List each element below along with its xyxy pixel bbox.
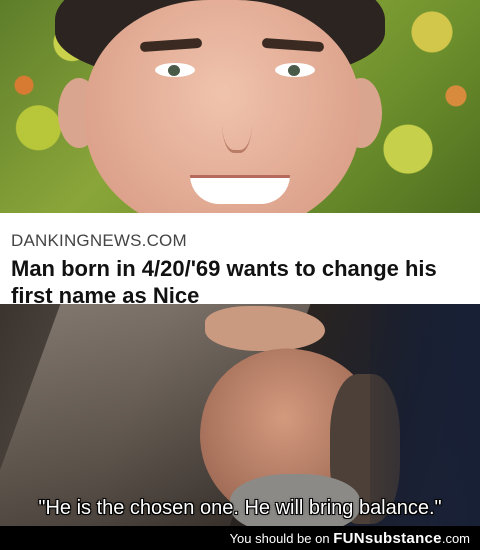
- movie-quote-caption: "He is the chosen one. He will bring bal…: [38, 497, 442, 519]
- watermark-prefix: You should be on: [229, 531, 330, 546]
- watermark-suffix: .com: [441, 531, 470, 546]
- funsubstance-logo[interactable]: FUNsubstance: [333, 530, 442, 547]
- news-site-name: DANKINGNEWS.COM: [11, 231, 187, 250]
- headline-title: Man born in 4/20/'69 wants to change his…: [11, 256, 437, 308]
- movie-still-photo: "He is the chosen one. He will bring bal…: [0, 304, 480, 526]
- smiling-man-photo: [0, 0, 480, 213]
- watermark-footer: You should be on FUNsubstance.com: [0, 526, 480, 550]
- news-headline-card: DANKINGNEWS.COM Man born in 4/20/'69 wan…: [0, 213, 480, 308]
- meme-image: DANKINGNEWS.COM Man born in 4/20/'69 wan…: [0, 0, 480, 550]
